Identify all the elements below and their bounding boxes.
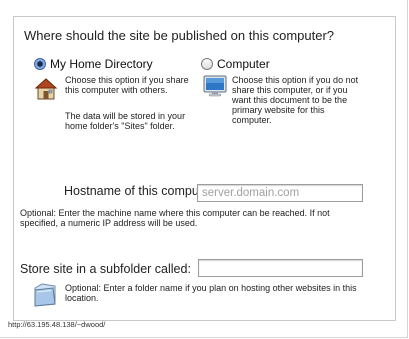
folder-icon [34, 283, 56, 307]
home-icon [35, 78, 57, 100]
hostname-input[interactable]: server.domain.com [197, 184, 363, 202]
monitor-icon [203, 75, 227, 97]
question-title: Where should the site be published on th… [24, 28, 335, 43]
home-directory-note-1: The data will be stored in your [65, 111, 186, 121]
computer-radio[interactable] [201, 58, 213, 70]
computer-desc-4: primary website for this [232, 105, 325, 115]
home-directory-label[interactable]: My Home Directory [50, 57, 153, 71]
hostname-help-2: specified, a numeric IP address will be … [20, 218, 198, 228]
footer-url: http://63.195.48.138/~dwood/ [8, 320, 106, 329]
hostname-label: Hostname of this computer: [64, 184, 217, 198]
computer-desc-1: Choose this option if you do not [232, 75, 359, 85]
home-directory-desc-1: Choose this option if you share [65, 75, 189, 85]
computer-desc-5: computer. [232, 115, 272, 125]
home-directory-note-2: home folder's "Sites" folder. [65, 121, 175, 131]
home-directory-radio[interactable] [34, 58, 46, 70]
computer-desc-3: want this document to be the [232, 95, 348, 105]
computer-label[interactable]: Computer [217, 57, 270, 71]
home-directory-desc-2: this computer with others. [65, 85, 168, 95]
subfolder-label: Store site in a subfolder called: [20, 262, 191, 276]
subfolder-help-2: location. [65, 293, 99, 303]
subfolder-input[interactable] [198, 259, 363, 277]
computer-desc-2: share this computer, or if you [232, 85, 348, 95]
hostname-help-1: Optional: Enter the machine name where t… [20, 208, 330, 218]
subfolder-help-1: Optional: Enter a folder name if you pla… [65, 283, 357, 293]
